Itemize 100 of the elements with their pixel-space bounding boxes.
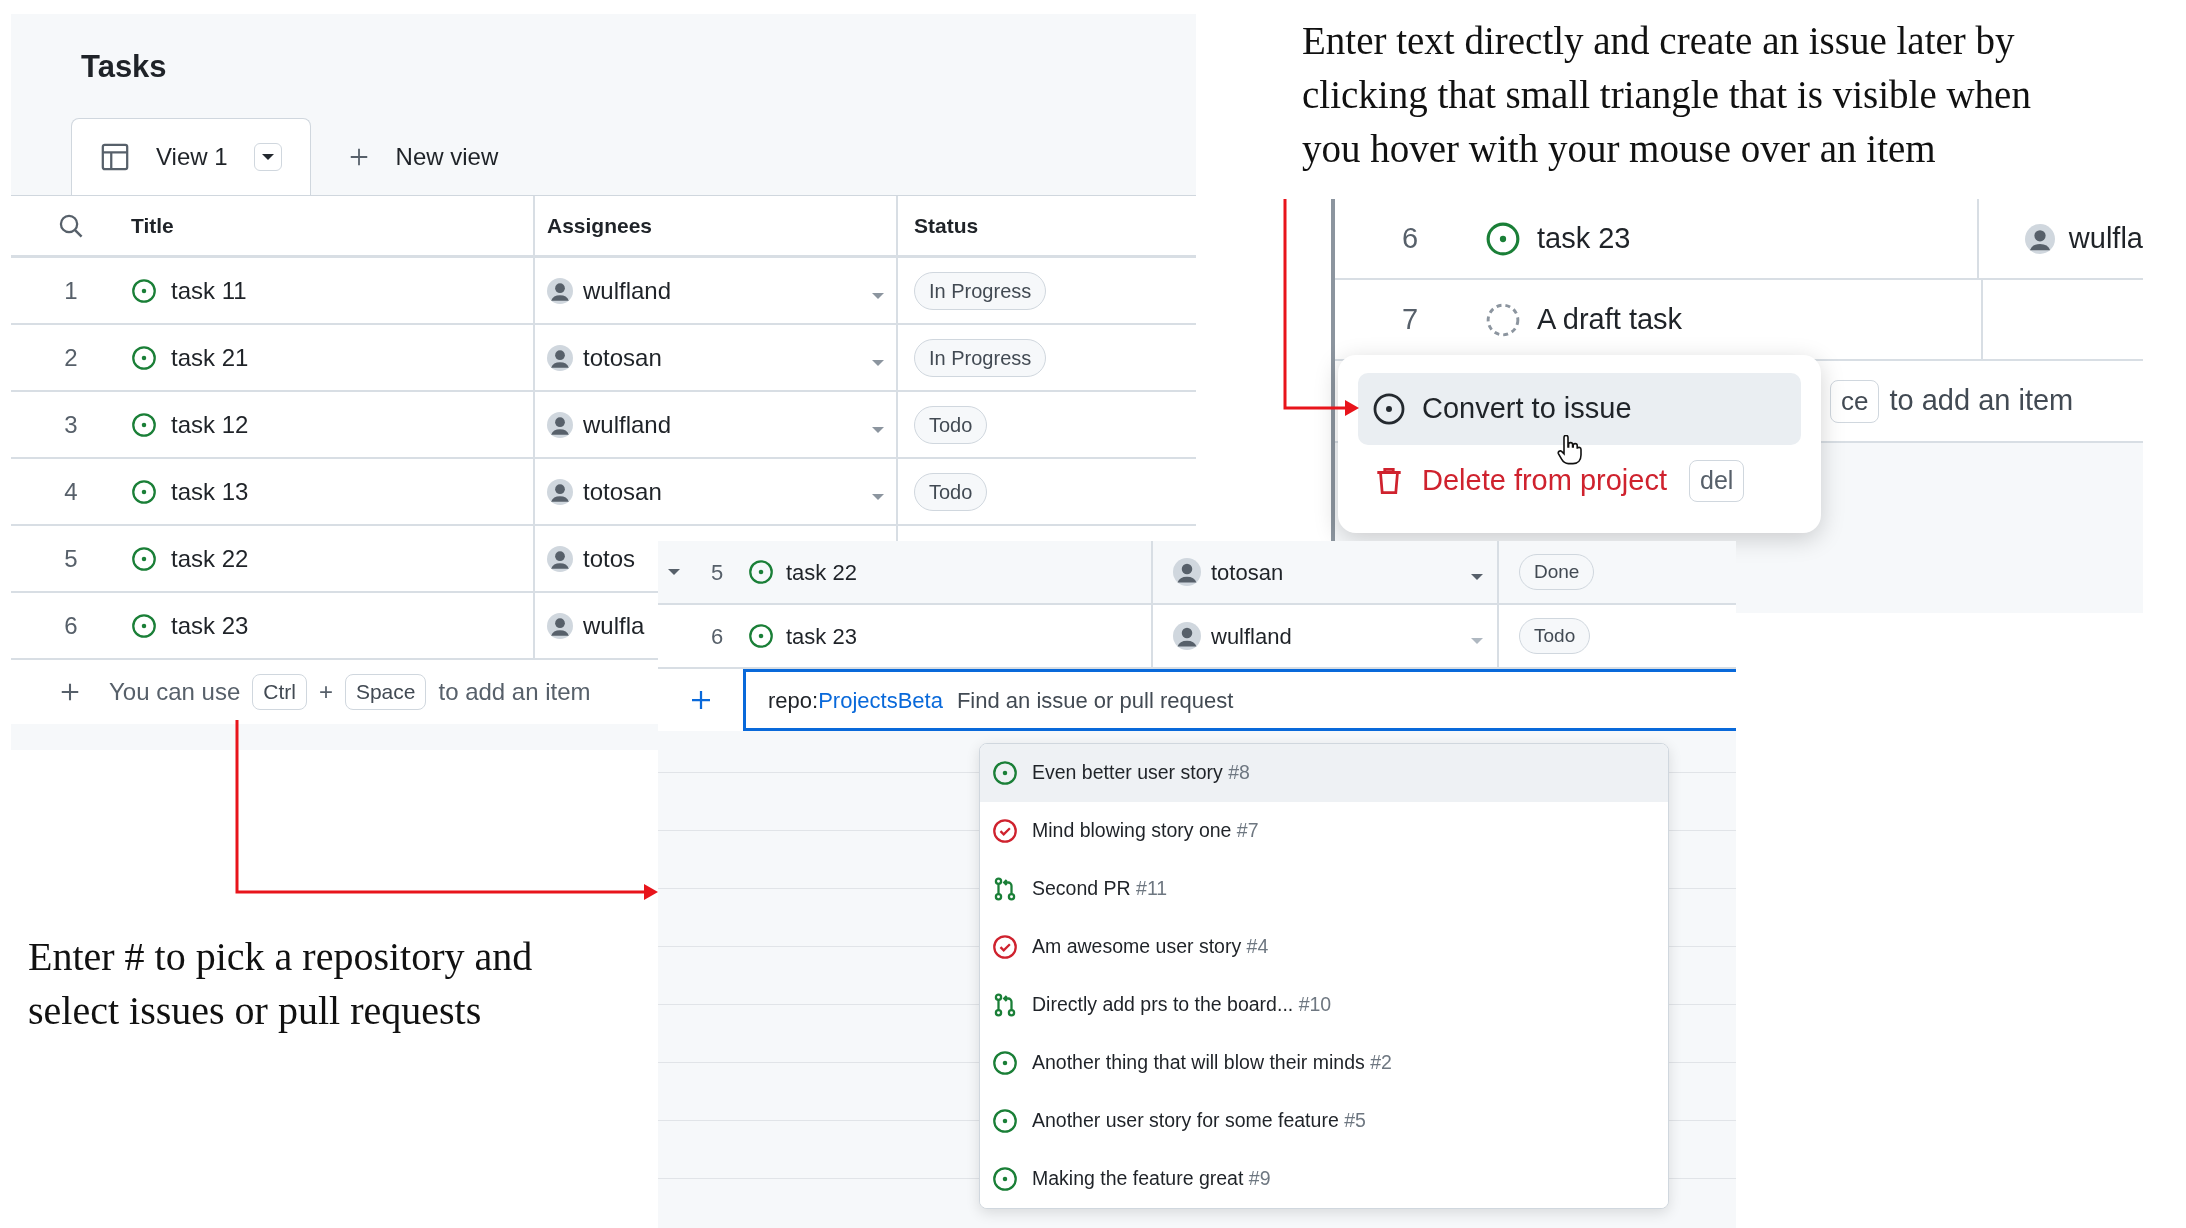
circle-dot-icon xyxy=(131,344,157,371)
hint-text: to add an item xyxy=(438,677,591,707)
view-menu-button[interactable] xyxy=(253,143,282,171)
assignee-name: totosan xyxy=(583,342,662,373)
row-number: 3 xyxy=(64,409,78,440)
task-title: task 11 xyxy=(171,275,247,306)
table-row[interactable]: 5 task 22 totosan Done xyxy=(658,541,1736,605)
suggestion-item[interactable]: Even better user story #8 xyxy=(980,744,1668,802)
avatar-icon xyxy=(547,411,573,438)
row-number: 4 xyxy=(64,476,78,507)
caret-icon xyxy=(261,154,274,160)
row-number: 2 xyxy=(64,342,78,373)
avatar-icon xyxy=(2024,223,2055,254)
key-cap: Ctrl xyxy=(252,674,307,710)
new-view-button[interactable]: New view xyxy=(318,118,528,195)
suggestion-item[interactable]: Mind blowing story one #7 xyxy=(980,802,1668,860)
task-title: task 13 xyxy=(171,476,249,507)
repo-filter[interactable]: repo:ProjectsBeta xyxy=(768,683,943,717)
task-title: task 21 xyxy=(171,342,249,373)
column-header: Title xyxy=(131,212,174,239)
circle-dot-icon xyxy=(131,612,157,639)
check-circle-icon xyxy=(992,818,1018,844)
task-title: task 22 xyxy=(171,543,249,574)
assignee-name: wulfland xyxy=(583,275,672,306)
task-title: task 23 xyxy=(171,610,249,641)
status-label: Todo xyxy=(914,472,988,511)
circle-dot-icon xyxy=(131,545,157,572)
row-number: 6 xyxy=(64,610,78,641)
assignee-name: wulfland xyxy=(1211,622,1292,651)
search-input[interactable]: Find an issue or pull request xyxy=(954,682,1736,718)
avatar-icon xyxy=(547,344,573,371)
suggestion-item[interactable]: Directly add prs to the board... #10 xyxy=(980,976,1668,1034)
suggestion-item[interactable]: Second PR #11 xyxy=(980,860,1668,918)
key-cap: del xyxy=(1689,460,1745,502)
circle-dot-icon xyxy=(131,478,157,505)
avatar-icon xyxy=(547,277,573,304)
circle-dot-icon xyxy=(748,559,774,585)
caret-icon[interactable] xyxy=(872,493,884,500)
suggestion-item[interactable]: Making the feature great #9 xyxy=(980,1150,1668,1208)
task-title: task 23 xyxy=(1537,220,1631,256)
view-title: Tasks xyxy=(80,48,168,86)
task-title: task 12 xyxy=(171,409,249,440)
suggestion-item[interactable]: Am awesome user story #4 xyxy=(980,918,1668,976)
column-header: Assignees xyxy=(547,212,653,239)
caret-icon[interactable] xyxy=(1471,573,1483,580)
avatar-icon xyxy=(1173,622,1201,650)
row-number: 5 xyxy=(709,558,725,587)
row-number: 5 xyxy=(64,543,78,574)
circle-dot-icon xyxy=(992,1108,1018,1134)
hand-cursor-icon xyxy=(1556,435,1582,465)
column-header: Status xyxy=(914,212,979,239)
assignee-name: wulfla xyxy=(2068,220,2143,256)
circle-dot-icon xyxy=(992,1050,1018,1076)
avatar-icon xyxy=(547,612,573,639)
assignee-name: totosan xyxy=(1211,558,1284,587)
row-number: 6 xyxy=(709,622,725,651)
task-title: A draft task xyxy=(1537,301,1683,337)
search-field[interactable]: repo:ProjectsBeta Find an issue or pull request xyxy=(743,669,1736,731)
avatar-icon xyxy=(1173,558,1201,586)
suggestion-item[interactable]: Another user story for some feature #5 xyxy=(980,1092,1668,1150)
annotation-text: Enter text directly and create an issue later by clicking that small triangle that is visible when you hover with your mouse over an item xyxy=(1302,18,2031,173)
status-label: In Progress xyxy=(914,271,1047,310)
circle-dot-icon xyxy=(131,411,157,438)
check-circle-icon xyxy=(992,934,1018,960)
search-icon[interactable] xyxy=(58,212,84,239)
status-label: In Progress xyxy=(914,338,1047,377)
key-cap: Space xyxy=(344,674,427,710)
assignee-name: wulfla xyxy=(583,610,645,641)
row-number: 1 xyxy=(64,275,78,306)
task-title: task 22 xyxy=(786,558,857,587)
table-row[interactable]: 6 task 23 wulfland Todo xyxy=(658,605,1736,669)
caret-icon[interactable] xyxy=(872,426,884,433)
convert-menu-item[interactable]: Convert to issue xyxy=(1358,373,1801,445)
annotation-text: Enter # to pick a repository and select issues or pull requests xyxy=(28,933,533,1035)
pull-request-icon xyxy=(992,992,1018,1018)
circle-dot-icon xyxy=(992,1166,1018,1192)
assignee-name: wulfland xyxy=(583,409,672,440)
hint-text: You can use xyxy=(109,677,241,707)
row-number: 7 xyxy=(1400,301,1420,337)
table-icon xyxy=(100,142,130,172)
key-cap: ce xyxy=(1830,379,1880,423)
pull-request-icon xyxy=(992,876,1018,902)
task-title: task 23 xyxy=(786,622,857,651)
circle-dot-icon xyxy=(1485,220,1521,257)
status-label: Done xyxy=(1519,553,1595,591)
view-tab[interactable]: View 1 xyxy=(71,118,311,195)
avatar-icon xyxy=(547,545,573,572)
suggestion-item[interactable]: Another thing that will blow their minds #2 xyxy=(980,1034,1668,1092)
avatar-icon xyxy=(547,478,573,505)
caret-icon[interactable] xyxy=(668,569,680,575)
status-label: Todo xyxy=(914,405,988,444)
circle-dot-icon xyxy=(1372,392,1406,426)
circle-dot-icon xyxy=(748,623,774,649)
assignee-name: totosan xyxy=(583,476,662,507)
hint-text: + xyxy=(318,677,333,707)
circle-dot-icon xyxy=(992,760,1018,786)
plus-icon[interactable] xyxy=(59,681,81,703)
caret-icon[interactable] xyxy=(872,359,884,366)
caret-icon[interactable] xyxy=(872,292,884,299)
dashed-circle-icon xyxy=(1485,301,1521,338)
